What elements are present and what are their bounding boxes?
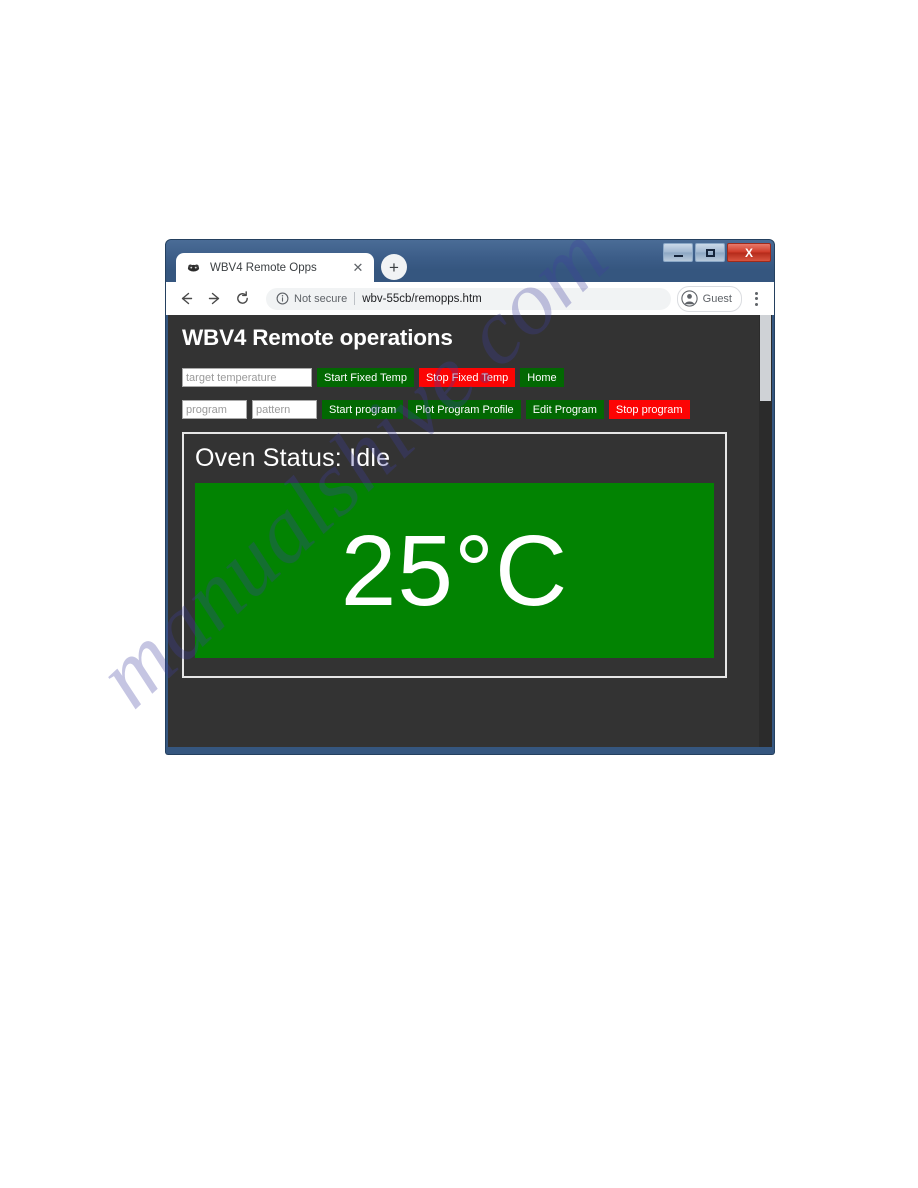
web-page-content: WBV4 Remote operations target temperatur… [168, 315, 757, 678]
tab-strip: WBV4 Remote Opps ✕ + [166, 252, 774, 282]
fixed-temp-controls-row: target temperature Start Fixed Temp Stop… [182, 368, 743, 387]
program-controls-row: program pattern Start program Plot Progr… [182, 400, 743, 419]
tab-wbv4-remote-opps[interactable]: WBV4 Remote Opps ✕ [176, 253, 374, 282]
profile-label: Guest [702, 292, 732, 305]
new-tab-button[interactable]: + [381, 254, 407, 280]
oven-status-text: Oven Status: Idle [195, 444, 391, 472]
program-input[interactable]: program [182, 400, 247, 419]
site-favicon-icon [186, 260, 201, 275]
back-arrow-icon [181, 292, 192, 305]
stop-fixed-temp-button[interactable]: Stop Fixed Temp [418, 368, 516, 387]
browser-toolbar: Not secure wbv-55cb/remopps.htm Guest [166, 282, 774, 315]
back-button[interactable] [174, 287, 198, 311]
start-program-button[interactable]: Start program [322, 400, 404, 419]
menu-dot-icon [754, 291, 758, 295]
url-text: wbv-55cb/remopps.htm [362, 292, 482, 305]
address-bar[interactable]: Not secure wbv-55cb/remopps.htm [266, 287, 671, 310]
temperature-display: 25°C [195, 483, 714, 658]
page-scrollbar[interactable] [759, 315, 772, 747]
tab-close-icon[interactable]: ✕ [350, 260, 366, 276]
edit-program-button[interactable]: Edit Program [525, 400, 604, 419]
page-scrollbar-thumb[interactable] [760, 315, 771, 401]
temperature-value: 25°C [340, 514, 569, 627]
start-fixed-temp-button[interactable]: Start Fixed Temp [317, 368, 414, 387]
plus-icon: + [389, 257, 399, 277]
omnibox-divider [354, 292, 356, 305]
forward-button[interactable] [202, 287, 226, 311]
reload-button[interactable] [230, 287, 254, 311]
plot-program-profile-button[interactable]: Plot Program Profile [408, 400, 521, 419]
menu-dot-icon [754, 302, 758, 306]
home-button[interactable]: Home [520, 368, 564, 387]
oven-status-panel: Oven Status: Idle 25°C [182, 432, 727, 678]
reload-icon [236, 291, 248, 304]
page-viewport: WBV4 Remote operations target temperatur… [168, 315, 772, 747]
security-status-label: Not secure [294, 292, 348, 305]
profile-button[interactable]: Guest [676, 285, 742, 312]
browser-window: X WBV4 Remote Opps ✕ + Not secure wbv-55… [166, 240, 774, 754]
browser-menu-button[interactable] [746, 287, 766, 311]
target-temperature-input[interactable]: target temperature [182, 368, 312, 387]
profile-avatar-icon [680, 290, 698, 307]
tab-title: WBV4 Remote Opps [210, 261, 317, 274]
pattern-input[interactable]: pattern [252, 400, 317, 419]
menu-dot-icon [754, 297, 758, 300]
page-title: WBV4 Remote operations [182, 325, 453, 350]
stop-program-button[interactable]: Stop program [608, 400, 690, 419]
forward-arrow-icon [208, 292, 219, 305]
not-secure-info-icon[interactable] [276, 292, 289, 305]
